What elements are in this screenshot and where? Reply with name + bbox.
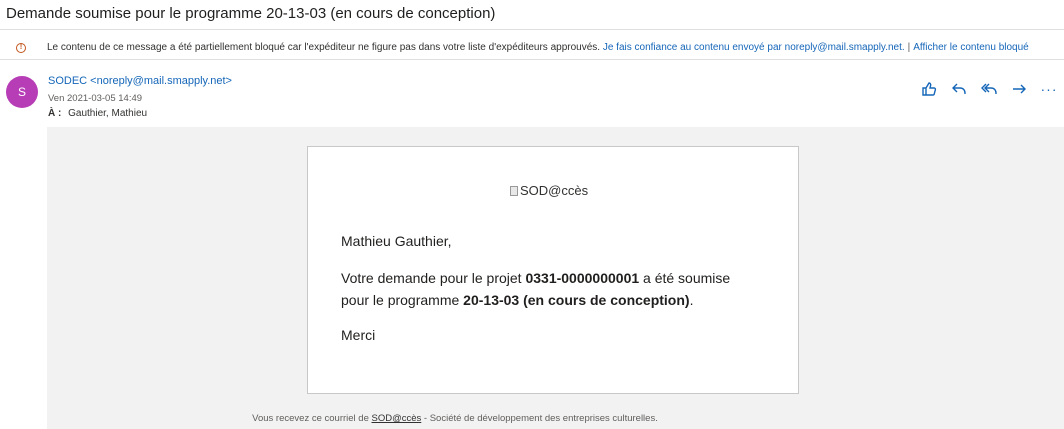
reply-button[interactable] xyxy=(950,80,968,98)
warning-separator: | xyxy=(907,42,911,53)
message-actions: ··· xyxy=(920,80,1058,98)
email-subject: Demande soumise pour le programme 20-13-… xyxy=(0,0,1064,30)
line1-prefix: Votre demande pour le projet xyxy=(341,270,526,286)
sender-avatar[interactable]: S xyxy=(6,76,38,108)
sodacces-logo: SOD@ccès xyxy=(510,183,588,198)
warning-text: Le contenu de ce message a été partielle… xyxy=(47,42,601,53)
trust-sender-link[interactable]: Je fais confiance au contenu envoyé par … xyxy=(603,42,905,53)
reply-icon xyxy=(952,83,966,94)
forward-button[interactable] xyxy=(1010,80,1028,98)
line1-suffix: a été soumise xyxy=(639,270,731,286)
subject-text: Demande soumise pour le programme 20-13-… xyxy=(6,5,496,22)
reply-all-button[interactable] xyxy=(980,80,998,98)
recipients-line: À : Gauthier, Mathieu xyxy=(48,108,147,119)
thumbs-up-icon xyxy=(922,82,937,96)
footer-link[interactable]: SOD@ccès xyxy=(372,413,422,424)
thanks-text: Merci xyxy=(341,327,376,343)
more-actions-button[interactable]: ··· xyxy=(1040,80,1058,98)
greeting: Mathieu Gauthier, xyxy=(341,233,452,249)
sender-name[interactable]: SODEC <noreply@mail.smapply.net> xyxy=(48,75,232,87)
program-name: 20-13-03 (en cours de conception) xyxy=(463,292,690,308)
logo-alt-text: SOD@ccès xyxy=(520,183,589,198)
forward-arrow-icon xyxy=(1013,84,1026,94)
show-blocked-content-link[interactable]: Afficher le contenu bloqué xyxy=(913,42,1028,53)
reply-all-icon xyxy=(981,83,997,94)
message-body-area: SOD@ccès Mathieu Gauthier, Votre demande… xyxy=(47,127,1064,429)
info-warning-icon: ! xyxy=(16,42,26,53)
to-label: À : xyxy=(48,108,62,119)
footer-note: Vous recevez ce courriel de SOD@ccès - S… xyxy=(47,413,863,424)
to-value[interactable]: Gauthier, Mathieu xyxy=(68,108,147,119)
like-button[interactable] xyxy=(920,80,938,98)
sent-date: Ven 2021-03-05 14:49 xyxy=(48,93,143,104)
line2-suffix: . xyxy=(689,292,694,308)
project-id: 0331-0000000001 xyxy=(525,270,640,286)
message-card: SOD@ccès Mathieu Gauthier, Votre demande… xyxy=(307,146,799,394)
footer-prefix: Vous recevez ce courriel de xyxy=(252,413,372,424)
line2-prefix: pour le programme xyxy=(341,292,464,308)
footer-suffix: - Société de développement des entrepris… xyxy=(421,413,658,424)
blocked-content-warning: ! Le contenu de ce message a été partiel… xyxy=(0,36,1064,60)
broken-image-icon xyxy=(510,185,518,196)
message-text: Votre demande pour le projet 0331-000000… xyxy=(341,267,781,311)
